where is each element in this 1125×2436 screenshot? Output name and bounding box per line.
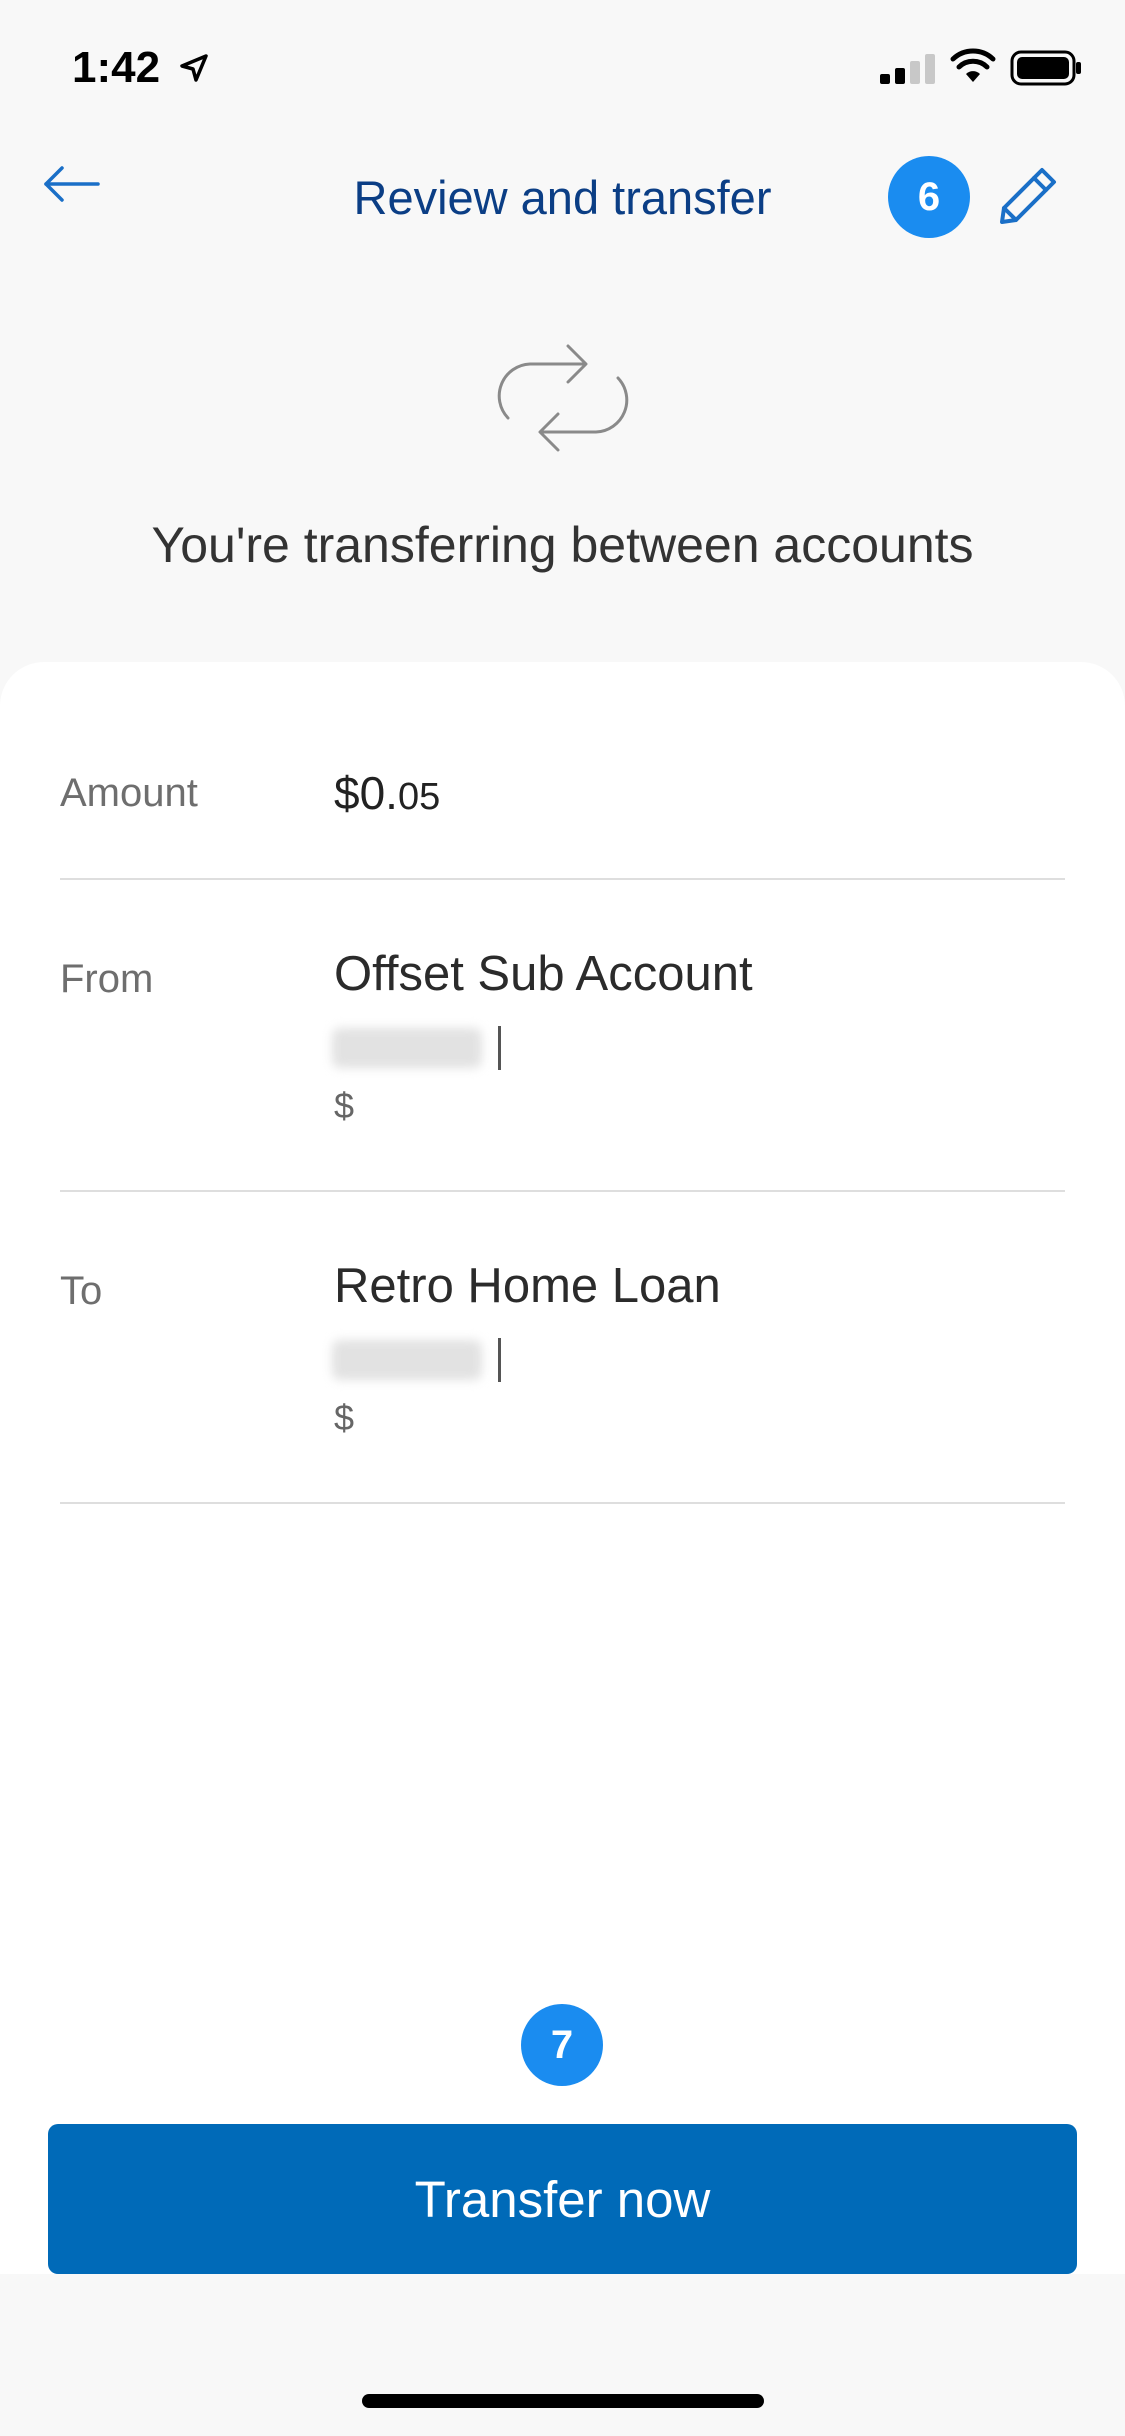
home-indicator <box>362 2394 764 2408</box>
battery-icon <box>1010 50 1081 86</box>
from-account-number-redacted <box>332 1028 482 1068</box>
transfer-now-button[interactable]: Transfer now <box>48 2124 1077 2274</box>
edit-button[interactable] <box>996 164 1060 228</box>
divider <box>60 1190 1065 1192</box>
step-badge: 7 <box>521 2004 603 2086</box>
amount-value: $0.05 <box>334 764 440 826</box>
transfer-arrows-icon <box>497 344 629 452</box>
location-arrow-icon <box>180 54 208 82</box>
amount-dollars: $0. <box>334 767 398 819</box>
transfer-summary-text: You're transferring between accounts <box>151 517 974 573</box>
from-label: From <box>60 957 154 1001</box>
cellular-signal-icon <box>880 54 935 84</box>
pencil-icon <box>1000 168 1056 224</box>
divider <box>60 878 1065 880</box>
amount-label: Amount <box>60 771 198 815</box>
from-account-name: Offset Sub Account <box>334 947 753 1001</box>
to-label: To <box>60 1269 103 1313</box>
wifi-icon <box>950 48 996 82</box>
text-separator <box>498 1026 501 1070</box>
amount-cents: 05 <box>397 776 441 818</box>
to-account-name: Retro Home Loan <box>334 1259 721 1313</box>
to-balance-currency: $ <box>334 1397 355 1438</box>
from-balance-currency: $ <box>334 1085 355 1126</box>
status-time: 1:42 <box>72 43 161 92</box>
text-separator <box>498 1338 501 1382</box>
to-account-number-redacted <box>332 1340 482 1380</box>
step-badge: 6 <box>888 156 970 238</box>
divider <box>60 1502 1065 1504</box>
